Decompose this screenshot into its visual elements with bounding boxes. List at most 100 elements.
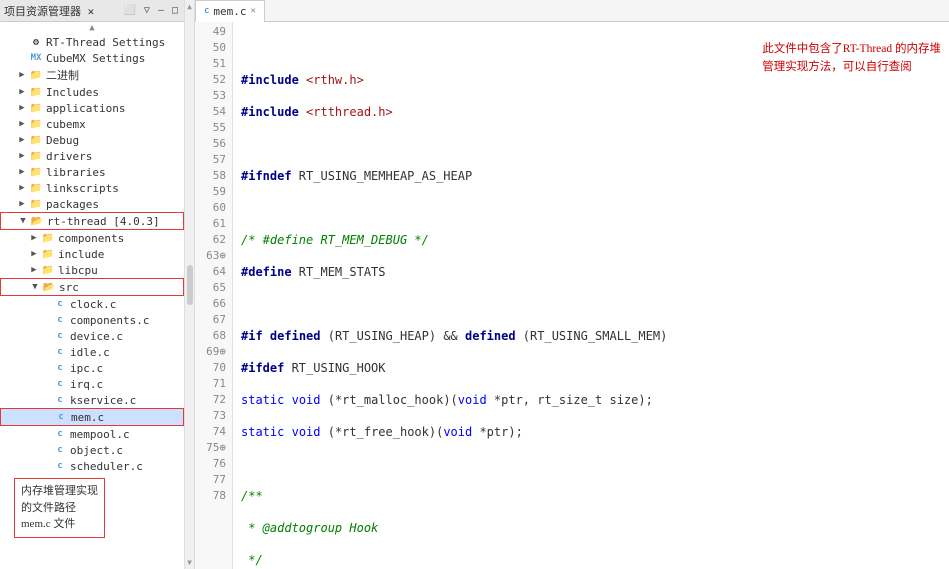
folder-icon: 📁 bbox=[28, 181, 44, 195]
sidebar-label: drivers bbox=[46, 150, 92, 163]
folder-icon: 📁 bbox=[28, 68, 44, 82]
code-line-58: #if defined (RT_USING_HEAP) && defined (… bbox=[241, 328, 941, 344]
sidebar-item-binary[interactable]: ▶ 📁 二进制 bbox=[0, 66, 184, 84]
sidebar-item-include[interactable]: ▶ 📁 include bbox=[0, 246, 184, 262]
sidebar-label: packages bbox=[46, 198, 99, 211]
sidebar-item-rt-thread-settings[interactable]: ⚙ RT-Thread Settings bbox=[0, 34, 184, 50]
sidebar-scrollbar[interactable]: ▲ ▼ bbox=[185, 0, 195, 569]
sidebar-item-libraries[interactable]: ▶ 📁 libraries bbox=[0, 164, 184, 180]
sidebar-item-irq-c[interactable]: c irq.c bbox=[0, 376, 184, 392]
sidebar: 项目资源管理器 ✕ ⬜ ▽ — □ ▲ ⚙ RT-Thread Settings bbox=[0, 0, 185, 569]
sidebar-label: irq.c bbox=[70, 378, 103, 391]
folder-icon: 📁 bbox=[28, 133, 44, 147]
sidebar-min-icon[interactable]: — bbox=[156, 5, 166, 16]
folder-icon: 📁 bbox=[28, 85, 44, 99]
folder-icon: 📁 bbox=[28, 197, 44, 211]
file-c-icon: c bbox=[52, 459, 68, 473]
sidebar-label: scheduler.c bbox=[70, 460, 143, 473]
arrow-icon: ▶ bbox=[16, 167, 28, 177]
sidebar-item-components-c[interactable]: c components.c bbox=[0, 312, 184, 328]
folder-icon: 📁 bbox=[40, 263, 56, 277]
annotation-memory-path: 内存堆管理实现的文件路径 mem.c 文件 bbox=[14, 478, 105, 538]
file-c-icon: c bbox=[52, 329, 68, 343]
sidebar-label: Includes bbox=[46, 86, 99, 99]
sidebar-item-cubemx[interactable]: ▶ 📁 cubemx bbox=[0, 116, 184, 132]
sidebar-item-rt-thread[interactable]: ▼ 📂 rt-thread [4.0.3] bbox=[0, 212, 184, 230]
code-line-62 bbox=[241, 456, 941, 472]
sidebar-label: 二进制 bbox=[46, 67, 79, 83]
settings-icon: ⚙ bbox=[28, 35, 44, 49]
code-line-56: #define RT_MEM_STATS bbox=[241, 264, 941, 280]
sidebar-item-components[interactable]: ▶ 📁 components bbox=[0, 230, 184, 246]
sidebar-item-ipc-c[interactable]: c ipc.c bbox=[0, 360, 184, 376]
code-line-60: static void (*rt_malloc_hook)(void *ptr,… bbox=[241, 392, 941, 408]
sidebar-label: include bbox=[58, 248, 104, 261]
line-numbers: 49 50 51 52 53 54 55 56 57 58 59 60 61 6… bbox=[195, 22, 233, 569]
code-line-55: /* #define RT_MEM_DEBUG */ bbox=[241, 232, 941, 248]
sidebar-item-mempool-c[interactable]: c mempool.c bbox=[0, 426, 184, 442]
code-editor[interactable]: #include <rthw.h> #include <rtthread.h> … bbox=[233, 22, 949, 569]
sidebar-label: applications bbox=[46, 102, 125, 115]
sidebar-max-icon[interactable]: □ bbox=[170, 5, 180, 16]
editor-tab-mem-c[interactable]: c mem.c ✕ bbox=[195, 0, 265, 22]
code-line-51: #include <rtthread.h> bbox=[241, 104, 941, 120]
sidebar-header: 项目资源管理器 ✕ ⬜ ▽ — □ bbox=[0, 0, 184, 22]
file-c-icon: c bbox=[52, 443, 68, 457]
folder-icon: 📁 bbox=[28, 117, 44, 131]
arrow-icon: ▶ bbox=[16, 135, 28, 145]
sidebar-label: rt-thread [4.0.3] bbox=[47, 215, 160, 228]
sidebar-item-object-c[interactable]: c object.c bbox=[0, 442, 184, 458]
sidebar-item-includes[interactable]: ▶ 📁 Includes bbox=[0, 84, 184, 100]
sidebar-label: components bbox=[58, 232, 124, 245]
sidebar-item-kservice-c[interactable]: c kservice.c bbox=[0, 392, 184, 408]
editor-area: c mem.c ✕ 49 50 51 52 53 54 55 56 57 bbox=[195, 0, 949, 569]
code-line-64: * @addtogroup Hook bbox=[241, 520, 941, 536]
code-line-49 bbox=[241, 40, 941, 56]
sidebar-label: Debug bbox=[46, 134, 79, 147]
sidebar-item-cubemx-settings[interactable]: MX CubeMX Settings bbox=[0, 50, 184, 66]
sidebar-item-src[interactable]: ▼ 📂 src bbox=[0, 278, 184, 296]
code-line-52 bbox=[241, 136, 941, 152]
code-line-57 bbox=[241, 296, 941, 312]
arrow-icon: ▶ bbox=[16, 183, 28, 193]
sidebar-collapse-icon[interactable]: ⬜ bbox=[121, 5, 137, 16]
sidebar-item-linkscripts[interactable]: ▶ 📁 linkscripts bbox=[0, 180, 184, 196]
tab-bar: c mem.c ✕ bbox=[195, 0, 949, 22]
sidebar-item-clock-c[interactable]: c clock.c bbox=[0, 296, 184, 312]
sidebar-item-debug[interactable]: ▶ 📁 Debug bbox=[0, 132, 184, 148]
sidebar-label: ipc.c bbox=[70, 362, 103, 375]
sidebar-item-device-c[interactable]: c device.c bbox=[0, 328, 184, 344]
code-line-50: #include <rthw.h> bbox=[241, 72, 941, 88]
sidebar-item-scheduler-c[interactable]: c scheduler.c bbox=[0, 458, 184, 474]
sidebar-label: linkscripts bbox=[46, 182, 119, 195]
sidebar-menu-icon[interactable]: ▽ bbox=[142, 5, 152, 16]
folder-open-icon: 📂 bbox=[41, 280, 57, 294]
arrow-icon: ▶ bbox=[28, 233, 40, 243]
cube-icon: MX bbox=[28, 51, 44, 65]
code-line-54 bbox=[241, 200, 941, 216]
sidebar-label: idle.c bbox=[70, 346, 110, 359]
sidebar-item-applications[interactable]: ▶ 📁 applications bbox=[0, 100, 184, 116]
sidebar-label: object.c bbox=[70, 444, 123, 457]
folder-icon: 📁 bbox=[40, 231, 56, 245]
sidebar-item-mem-c[interactable]: c mem.c bbox=[0, 408, 184, 426]
code-line-59: #ifdef RT_USING_HOOK bbox=[241, 360, 941, 376]
sidebar-item-packages[interactable]: ▶ 📁 packages bbox=[0, 196, 184, 212]
folder-icon: 📁 bbox=[28, 165, 44, 179]
tab-file-icon: c bbox=[204, 6, 209, 16]
arrow-icon: ▶ bbox=[16, 199, 28, 209]
file-c-icon: c bbox=[52, 361, 68, 375]
annotation-container: 内存堆管理实现的文件路径 mem.c 文件 bbox=[0, 474, 184, 538]
sidebar-item-idle-c[interactable]: c idle.c bbox=[0, 344, 184, 360]
tab-close-button[interactable]: ✕ bbox=[251, 6, 256, 16]
sidebar-item-drivers[interactable]: ▶ 📁 drivers bbox=[0, 148, 184, 164]
file-c-icon: c bbox=[52, 377, 68, 391]
file-c-icon: c bbox=[53, 410, 69, 424]
arrow-icon: ▶ bbox=[16, 151, 28, 161]
sidebar-item-libcpu[interactable]: ▶ 📁 libcpu bbox=[0, 262, 184, 278]
file-c-icon: c bbox=[52, 313, 68, 327]
arrow-icon: ▼ bbox=[17, 216, 29, 226]
sidebar-label: cubemx bbox=[46, 118, 86, 131]
code-line-61: static void (*rt_free_hook)(void *ptr); bbox=[241, 424, 941, 440]
scroll-up-arrow[interactable]: ▲ bbox=[0, 22, 184, 34]
